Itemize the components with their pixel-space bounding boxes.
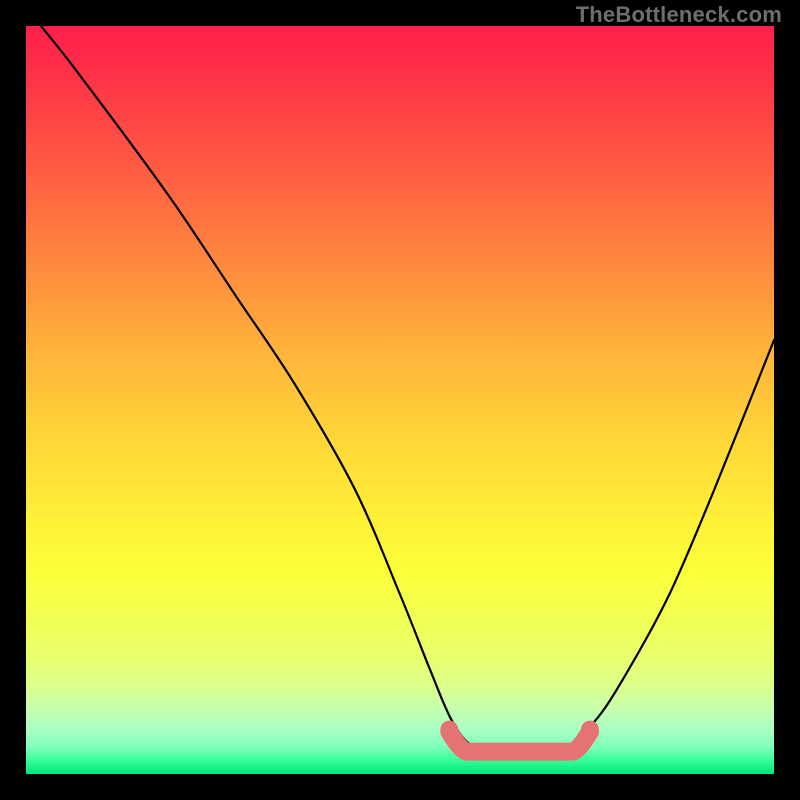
optimal-region-marker <box>449 732 590 752</box>
plot-area <box>26 26 774 774</box>
optimal-region-marker-end-right <box>581 721 599 739</box>
bottleneck-curve <box>41 26 774 752</box>
curve-svg <box>26 26 774 774</box>
optimal-region-marker-end-left <box>440 721 458 739</box>
watermark-text: TheBottleneck.com <box>576 2 782 28</box>
chart-frame: TheBottleneck.com <box>0 0 800 800</box>
